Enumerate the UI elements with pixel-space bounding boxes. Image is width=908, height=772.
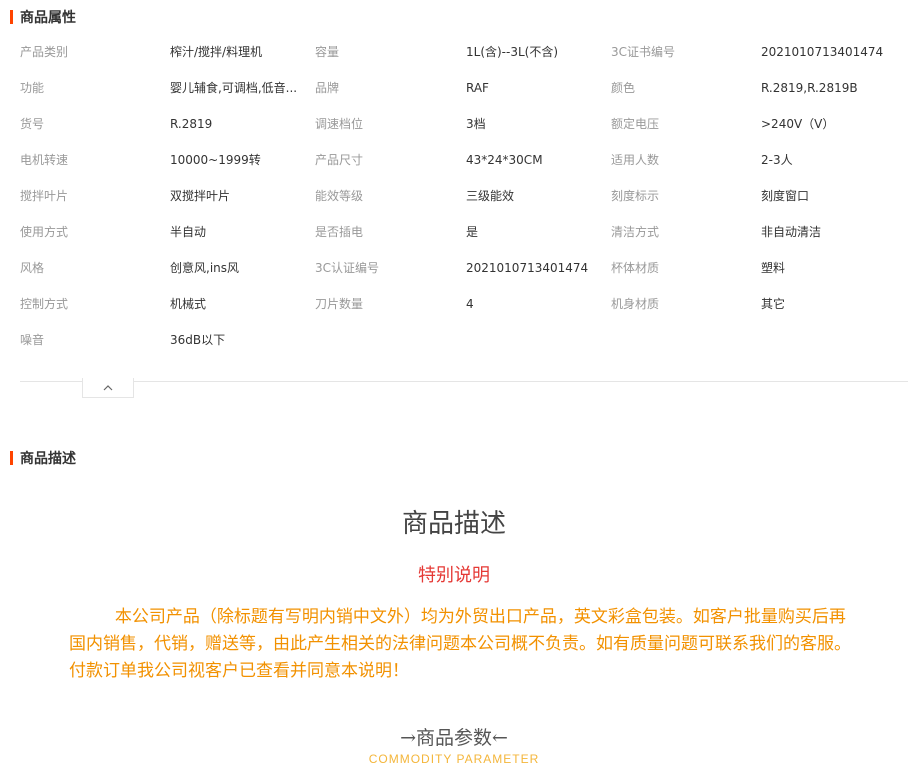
attribute-value: 创意风,ins风	[170, 261, 240, 275]
attribute-value: 刻度窗口	[761, 189, 810, 203]
attribute-row: 货号 R.2819 调速档位 3档 额定电压 >240V（V）	[20, 106, 908, 142]
attribute-label: 刀片数量	[315, 297, 364, 311]
collapse-button[interactable]	[82, 378, 134, 398]
attribute-value: 36dB以下	[170, 333, 226, 347]
attribute-row: 风格 创意风,ins风 3C认证编号 2021010713401474 杯体材质 塑料	[20, 250, 908, 286]
attribute-value: 2021010713401474	[761, 45, 884, 59]
attribute-value: R.2819,R.2819B	[761, 81, 858, 95]
attribute-value: 1L(含)--3L(不含)	[466, 45, 559, 59]
attribute-value: RAF	[466, 81, 489, 95]
attribute-value: >240V（V）	[761, 117, 835, 131]
attribute-value: 榨汁/搅拌/料理机	[170, 45, 263, 59]
attribute-label: 3C证书编号	[611, 45, 676, 59]
attribute-label: 搅拌叶片	[20, 189, 69, 203]
attribute-label: 杯体材质	[611, 261, 660, 275]
attribute-value: 2021010713401474	[466, 261, 589, 275]
attribute-value: 10000~1999转	[170, 153, 261, 167]
attribute-label: 产品类别	[20, 45, 69, 59]
attribute-row: 使用方式 半自动 是否插电 是 清洁方式 非自动清洁	[20, 214, 908, 250]
attribute-label: 风格	[20, 261, 45, 275]
attribute-label: 是否插电	[315, 225, 364, 239]
attribute-value: 3档	[466, 117, 486, 131]
attribute-label: 噪音	[20, 333, 45, 347]
attribute-label: 清洁方式	[611, 225, 660, 239]
attribute-label: 控制方式	[20, 297, 69, 311]
attribute-value: 婴儿辅食,可调档,低音...	[170, 81, 298, 95]
attribute-row: 功能 婴儿辅食,可调档,低音... 品牌 RAF 颜色 R.2819,R.2819B	[20, 70, 908, 106]
attribute-value: 双搅拌叶片	[170, 189, 231, 203]
attribute-label: 货号	[20, 117, 45, 131]
attributes-divider	[20, 381, 908, 382]
special-notice-title: 特别说明	[418, 565, 490, 586]
attributes-section-title: 商品属性	[10, 8, 76, 26]
attribute-value: 4	[466, 297, 474, 311]
attribute-value: 塑料	[761, 261, 786, 275]
parameter-subheading: COMMODITY PARAMETER	[368, 752, 540, 766]
attributes-title-text: 商品属性	[20, 10, 76, 26]
attribute-value: 非自动清洁	[761, 225, 822, 239]
attribute-row: 电机转速 10000~1999转 产品尺寸 43*24*30CM 适用人数 2-3人	[20, 142, 908, 178]
attribute-value: 43*24*30CM	[466, 153, 543, 167]
attributes-table: 产品类别 榨汁/搅拌/料理机 容量 1L(含)--3L(不含) 3C证书编号 202101…	[20, 34, 908, 358]
attribute-row: 控制方式 机械式 刀片数量 4 机身材质 其它	[20, 286, 908, 322]
attribute-label: 颜色	[611, 81, 636, 95]
attribute-value: R.2819	[170, 117, 213, 131]
attribute-value: 三级能效	[466, 189, 515, 203]
description-heading: 商品描述	[401, 509, 506, 539]
description-title-text: 商品描述	[20, 451, 76, 467]
attribute-value: 其它	[761, 297, 786, 311]
parameter-heading: →商品参数←	[400, 727, 508, 749]
section-accent-bar	[10, 10, 13, 24]
attribute-label: 使用方式	[20, 225, 69, 239]
attribute-label: 功能	[20, 81, 45, 95]
attribute-label: 3C认证编号	[315, 261, 380, 275]
attribute-label: 电机转速	[20, 153, 69, 167]
section-accent-bar	[10, 451, 13, 465]
attribute-label: 刻度标示	[611, 189, 660, 203]
attribute-value: 半自动	[170, 225, 207, 239]
attribute-label: 额定电压	[611, 117, 660, 131]
attribute-label: 容量	[315, 45, 340, 59]
special-notice-text: 本公司产品（除标题有写明内销中文外）均为外贸出口产品，英文彩盒包装。如客户批量购…	[69, 607, 851, 681]
attribute-row: 噪音 36dB以下	[20, 322, 908, 358]
attribute-value: 机械式	[170, 297, 207, 311]
attribute-row: 产品类别 榨汁/搅拌/料理机 容量 1L(含)--3L(不含) 3C证书编号 202101…	[20, 34, 908, 70]
attribute-label: 能效等级	[315, 189, 364, 203]
chevron-up-icon	[103, 384, 113, 390]
attribute-row: 搅拌叶片 双搅拌叶片 能效等级 三级能效 刻度标示 刻度窗口	[20, 178, 908, 214]
attribute-label: 品牌	[315, 81, 340, 95]
attribute-label: 产品尺寸	[315, 153, 364, 167]
attribute-value: 是	[466, 225, 479, 239]
attribute-label: 适用人数	[611, 153, 660, 167]
description-section-title: 商品描述	[10, 449, 76, 467]
attribute-value: 2-3人	[761, 153, 793, 167]
attribute-label: 机身材质	[611, 297, 660, 311]
attribute-label: 调速档位	[315, 117, 364, 131]
